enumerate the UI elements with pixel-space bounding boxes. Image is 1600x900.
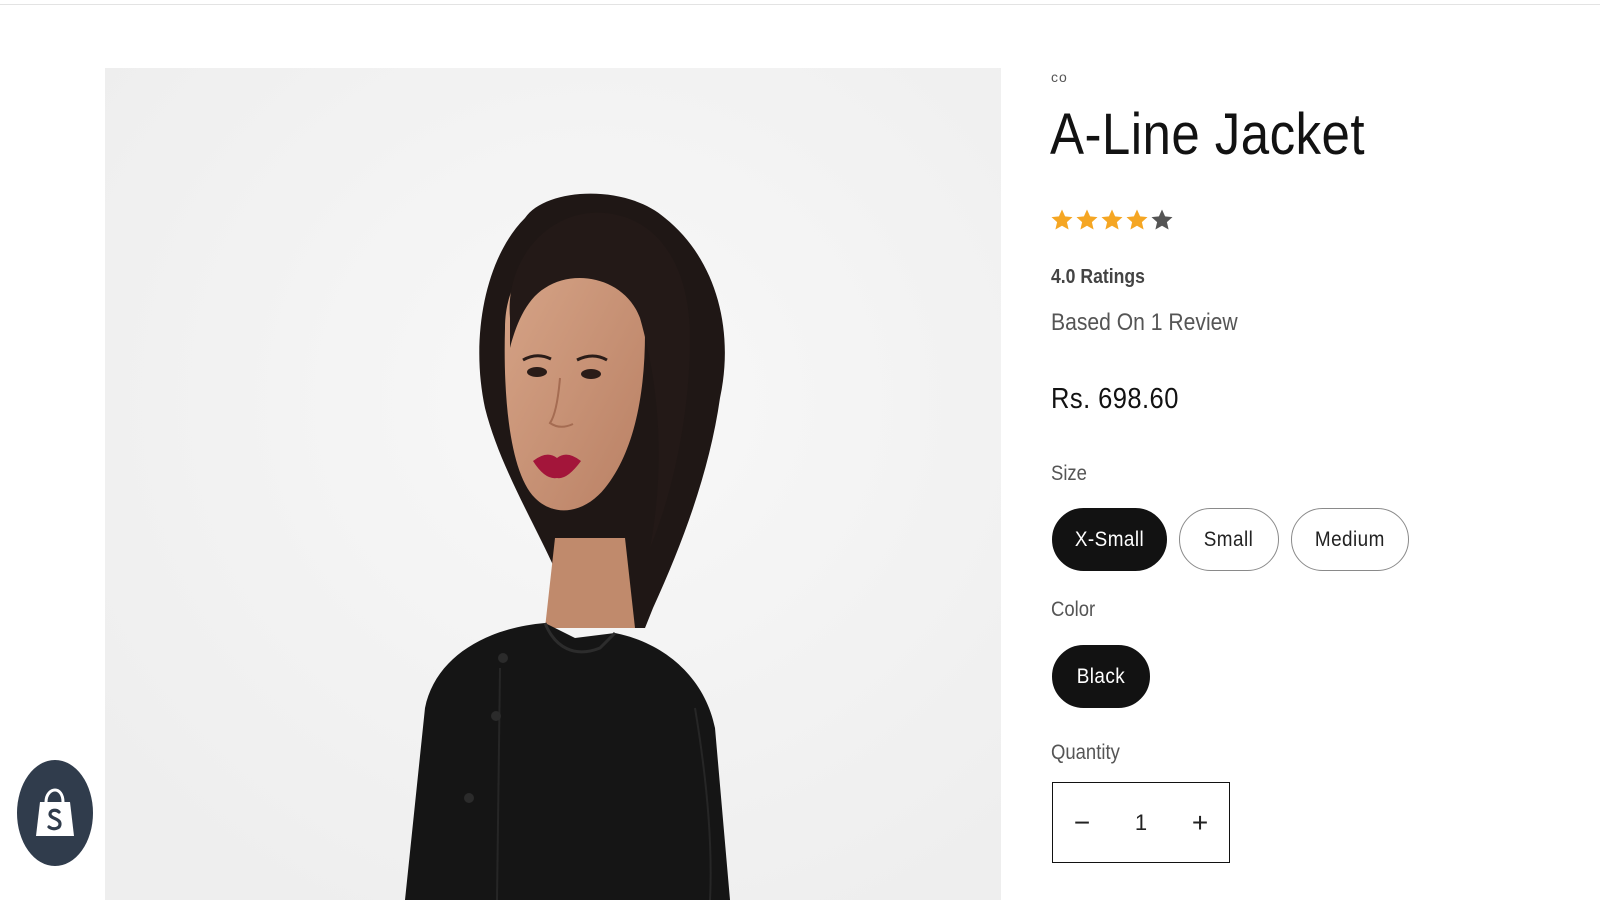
color-label: Color xyxy=(1051,598,1096,621)
quantity-label: Quantity xyxy=(1051,741,1120,764)
size-option-medium[interactable]: Medium xyxy=(1291,508,1409,571)
size-option-label: Medium xyxy=(1315,527,1385,551)
product-image[interactable] xyxy=(105,68,1001,900)
size-option-small[interactable]: Small xyxy=(1179,508,1279,571)
star-filled-icon xyxy=(1051,209,1073,230)
star-empty-icon xyxy=(1151,209,1173,230)
quantity-decrease-button[interactable]: − xyxy=(1053,783,1111,862)
shopify-bag-icon xyxy=(36,788,74,836)
star-filled-icon xyxy=(1126,209,1148,230)
star-filled-icon xyxy=(1101,209,1123,230)
rating-value: 4.0 Ratings xyxy=(1051,266,1145,288)
size-label: Size xyxy=(1051,462,1087,485)
quantity-increase-button[interactable]: + xyxy=(1171,783,1229,862)
size-option-x-small[interactable]: X-Small xyxy=(1052,508,1167,571)
color-option-black[interactable]: Black xyxy=(1052,645,1150,708)
product-price: Rs. 698.60 xyxy=(1051,383,1179,415)
product-photo-illustration xyxy=(105,68,1001,900)
header-divider xyxy=(0,0,1600,5)
color-option-label: Black xyxy=(1076,664,1126,688)
review-count[interactable]: Based On 1 Review xyxy=(1051,309,1238,337)
star-filled-icon xyxy=(1076,209,1098,230)
quantity-input[interactable] xyxy=(1112,809,1170,836)
product-title: A-Line Jacket xyxy=(1050,102,1365,167)
shopify-badge-button[interactable] xyxy=(17,760,93,866)
size-option-label: X-Small xyxy=(1074,527,1145,551)
rating-stars xyxy=(1050,208,1174,232)
product-vendor: co xyxy=(1051,69,1068,85)
size-option-label: Small xyxy=(1204,527,1254,551)
quantity-stepper: − + xyxy=(1052,782,1230,863)
